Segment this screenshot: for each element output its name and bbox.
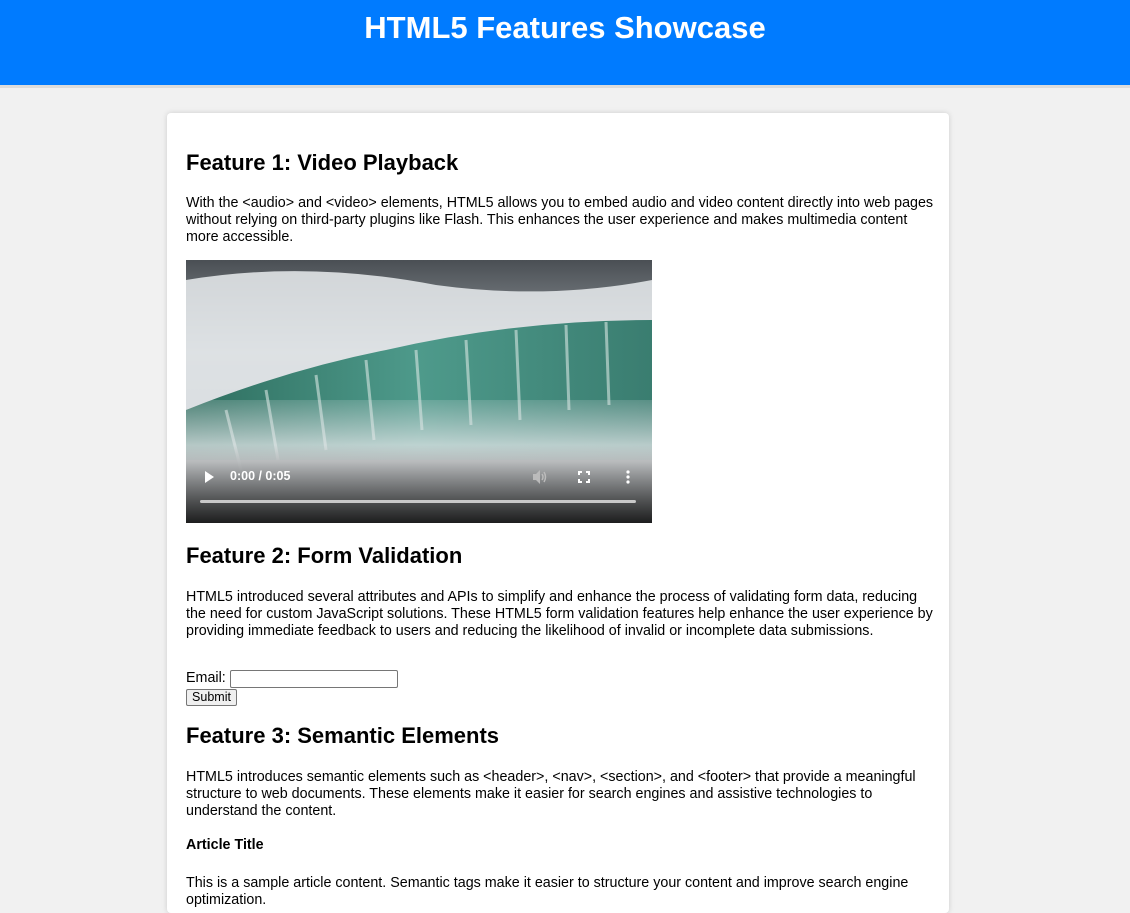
feature-2-heading: Feature 2: Form Validation (186, 543, 463, 568)
page-header: HTML5 Features Showcase (0, 0, 1130, 88)
more-options-icon[interactable] (626, 470, 630, 484)
fullscreen-icon[interactable] (578, 471, 590, 483)
play-icon[interactable] (203, 471, 215, 483)
submit-button[interactable]: Submit (186, 689, 237, 706)
feature-2-text: HTML5 introduced several attributes and … (186, 589, 933, 639)
email-label: Email: (186, 670, 226, 686)
feature-3-text: HTML5 introduces semantic elements such … (186, 769, 916, 819)
page-title: HTML5 Features Showcase (364, 10, 766, 45)
feature-1-text: With the <audio> and <video> elements, H… (186, 195, 934, 245)
article-title: Article Title (186, 837, 264, 853)
video-frame (186, 260, 652, 523)
feature-3-heading: Feature 3: Semantic Elements (186, 723, 500, 748)
email-field[interactable] (230, 670, 398, 688)
video-progress-track[interactable] (200, 500, 636, 503)
content-card: Feature 1: Video Playback With the <audi… (167, 113, 949, 913)
feature-1-heading: Feature 1: Video Playback (186, 150, 459, 175)
video-player[interactable]: 0:00 / 0:05 (186, 260, 652, 523)
article-text: This is a sample article content. Semant… (186, 875, 909, 908)
video-time-display: 0:00 / 0:05 (230, 469, 291, 483)
volume-icon[interactable] (532, 470, 548, 484)
